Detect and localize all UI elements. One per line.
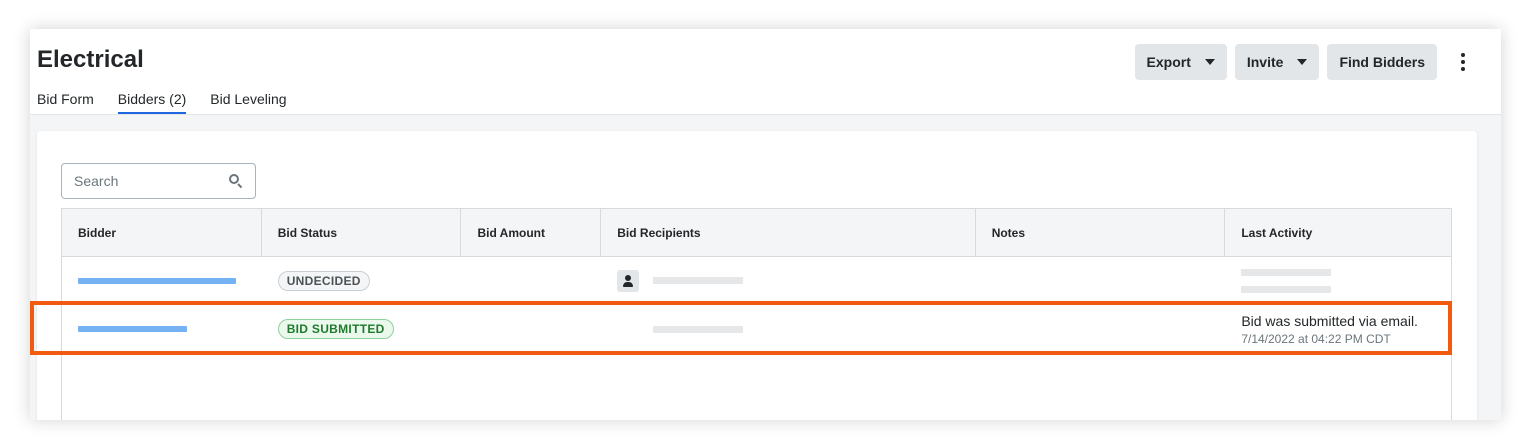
column-header-last-activity[interactable]: Last Activity — [1225, 209, 1451, 256]
last-activity-text: Bid was submitted via email. — [1241, 312, 1418, 329]
status-badge: BID SUBMITTED — [277, 319, 394, 339]
search-icon[interactable] — [229, 174, 243, 189]
table-header: Bidder Bid Status Bid Amount Bid Recipie… — [62, 209, 1451, 257]
tab-bar: Bid Form Bidders (2) Bid Leveling — [37, 91, 311, 114]
tab-bid-form[interactable]: Bid Form — [37, 91, 94, 114]
bidders-card: Search Bidder Bid Status Bid Amount Bid … — [37, 131, 1477, 420]
column-header-bid-amount[interactable]: Bid Amount — [461, 209, 602, 256]
recipient-name — [653, 277, 744, 284]
header-actions: Export Invite Find Bidders — [1134, 44, 1501, 80]
status-badge: UNDECIDED — [277, 270, 370, 291]
column-header-bid-recipients[interactable]: Bid Recipients — [601, 209, 976, 256]
table-row: UNDECIDED — [62, 257, 1451, 305]
column-header-bidder[interactable]: Bidder — [62, 209, 262, 256]
search-input[interactable]: Search — [61, 163, 256, 199]
recipient-name — [653, 325, 744, 333]
find-bidders-button[interactable]: Find Bidders — [1327, 44, 1437, 80]
tab-bid-leveling[interactable]: Bid Leveling — [210, 91, 286, 114]
page-header: Electrical Bid Form Bidders (2) Bid Leve… — [30, 29, 1501, 115]
notes-cell — [976, 257, 1226, 304]
last-activity-time: 7/14/2022 at 04:22 PM CDT — [1241, 331, 1391, 346]
chevron-down-icon — [1297, 59, 1308, 65]
export-button-label: Export — [1146, 54, 1191, 70]
invite-button-label: Invite — [1246, 54, 1284, 70]
bidders-table: Bidder Bid Status Bid Amount Bid Recipie… — [61, 208, 1452, 420]
bid-amount-cell — [461, 257, 601, 304]
last-activity-cell: Bid was submitted via email. 7/14/2022 a… — [1225, 305, 1451, 353]
bidder-name-link[interactable] — [78, 326, 187, 332]
export-button[interactable]: Export — [1134, 44, 1227, 80]
bidder-name-link[interactable] — [78, 277, 236, 284]
activity-line — [1241, 285, 1332, 293]
activity-line — [1241, 268, 1332, 276]
search-placeholder: Search — [74, 173, 119, 189]
chevron-down-icon — [1204, 59, 1215, 65]
column-header-bid-status[interactable]: Bid Status — [262, 209, 462, 256]
column-header-notes[interactable]: Notes — [976, 209, 1226, 256]
more-options-icon[interactable] — [1449, 44, 1477, 80]
page-title: Electrical — [37, 46, 144, 73]
notes-cell — [976, 305, 1226, 353]
bid-amount-cell — [461, 305, 601, 353]
invite-button[interactable]: Invite — [1234, 44, 1320, 80]
bidders-window: Electrical Bid Form Bidders (2) Bid Leve… — [30, 29, 1501, 420]
last-activity-cell — [1225, 257, 1451, 304]
tab-bidders[interactable]: Bidders (2) — [117, 91, 187, 114]
table-row: BID SUBMITTED Bid was submitted via emai… — [62, 305, 1451, 353]
person-icon — [617, 269, 640, 292]
